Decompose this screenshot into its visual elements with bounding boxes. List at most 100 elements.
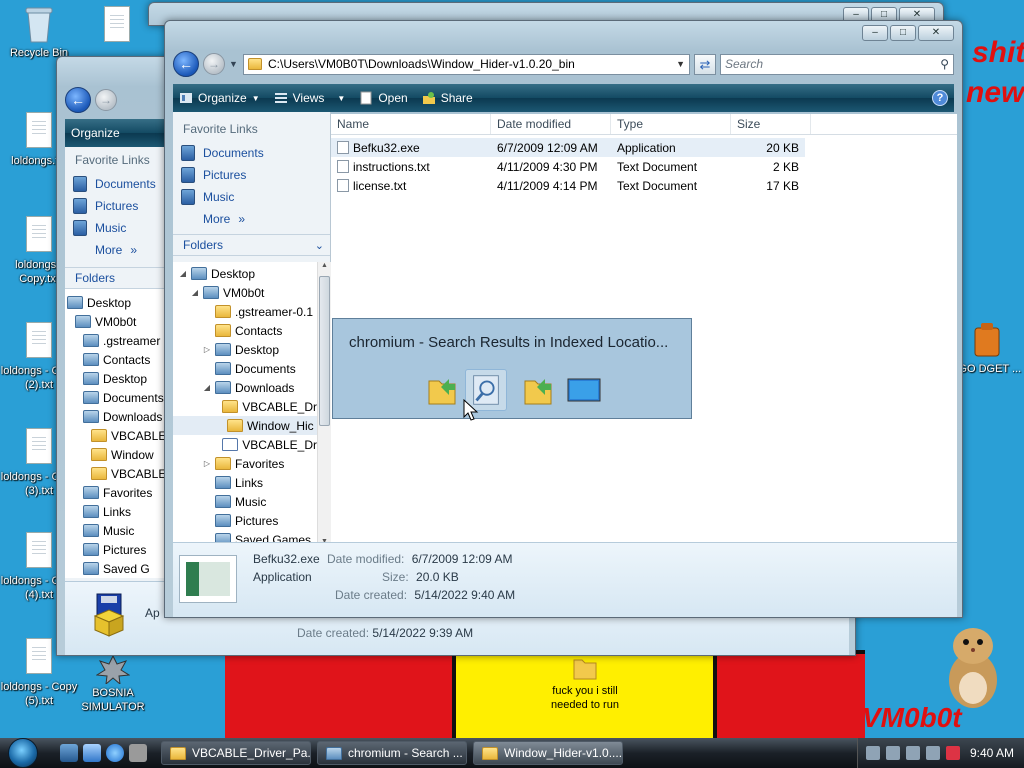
file-row[interactable]: license.txt 4/11/2009 4:14 PM Text Docum… xyxy=(331,176,805,195)
fav-music[interactable]: Music xyxy=(173,186,330,208)
back-fav-music[interactable]: Music xyxy=(65,217,164,239)
forward-icon[interactable]: → xyxy=(203,53,225,75)
back-icon[interactable]: ← xyxy=(173,51,199,77)
file-row[interactable]: Befku32.exe 6/7/2009 12:09 AM Applicatio… xyxy=(331,138,805,157)
desktop-icon[interactable] xyxy=(563,369,605,411)
back-tree-item[interactable]: Window xyxy=(65,445,164,464)
expanded-arrow-icon[interactable]: ◢ xyxy=(191,288,199,297)
address-bar[interactable]: C:\Users\VM0B0T\Downloads\Window_Hider-v… xyxy=(243,53,690,75)
back-organize-button[interactable]: Organize xyxy=(71,126,120,140)
back-icon[interactable]: ← xyxy=(65,87,91,113)
share-button[interactable]: Share xyxy=(422,91,473,105)
column-size[interactable]: Size xyxy=(731,114,811,134)
back-fav-documents[interactable]: Documents xyxy=(65,173,164,195)
more-link[interactable]: More » xyxy=(173,208,330,230)
tray-icon[interactable] xyxy=(905,746,920,760)
folder-icon xyxy=(215,343,231,356)
column-date-modified[interactable]: Date modified xyxy=(491,114,611,134)
tree-item[interactable]: Music xyxy=(173,492,317,511)
scroll-up-icon[interactable]: ▲ xyxy=(318,262,331,269)
organize-button[interactable]: Organize ▼ xyxy=(179,91,260,105)
folder-window-icon[interactable] xyxy=(421,369,463,411)
start-button[interactable] xyxy=(0,738,46,768)
tree-scrollbar[interactable]: ▲ ▼ xyxy=(317,262,331,545)
tray-icon[interactable] xyxy=(865,746,880,760)
search-box[interactable]: Search ⚲ xyxy=(720,53,954,75)
search-icon[interactable]: ⚲ xyxy=(940,57,949,71)
taskbar-button-vbcable[interactable]: VBCABLE_Driver_Pa... xyxy=(161,741,311,765)
back-tree-item[interactable]: Links xyxy=(65,502,164,521)
open-icon xyxy=(360,91,372,105)
recycle-bin-icon[interactable]: Recycle Bin xyxy=(0,4,78,60)
tree-item[interactable]: ◢ Desktop xyxy=(173,264,317,283)
bosnia-simulator-icon[interactable]: BOSNIA SIMULATOR xyxy=(74,654,152,714)
tree-item[interactable]: Links xyxy=(173,473,317,492)
folder-window-icon[interactable] xyxy=(517,369,559,411)
open-button[interactable]: Open xyxy=(359,91,408,105)
show-desktop-icon[interactable] xyxy=(60,744,78,762)
refresh-icon[interactable]: ⇄ xyxy=(694,53,716,75)
fav-documents[interactable]: Documents xyxy=(173,142,330,164)
tray-icon[interactable] xyxy=(925,746,940,760)
fav-pictures[interactable]: Pictures xyxy=(173,164,330,186)
back-tree-item[interactable]: VM0b0t xyxy=(65,312,164,331)
back-fav-pictures[interactable]: Pictures xyxy=(65,195,164,217)
tree-item[interactable]: ▷ Favorites xyxy=(173,454,317,473)
media-player-icon[interactable] xyxy=(129,744,147,762)
tree-item[interactable]: VBCABLE_Dr xyxy=(173,397,317,416)
column-name[interactable]: Name xyxy=(331,114,491,134)
window-switcher[interactable]: chromium - Search Results in Indexed Loc… xyxy=(332,318,692,421)
back-folders-header[interactable]: Folders xyxy=(65,267,164,289)
file-row[interactable]: instructions.txt 4/11/2009 4:30 PM Text … xyxy=(331,157,805,176)
tray-icon[interactable] xyxy=(885,746,900,760)
back-tree-item[interactable]: Contacts xyxy=(65,350,164,369)
address-dropdown-icon[interactable]: ▼ xyxy=(676,59,685,69)
back-tree-item[interactable]: Downloads xyxy=(65,407,164,426)
back-tree-item[interactable]: Saved G xyxy=(65,559,164,578)
back-tree-item[interactable]: Desktop xyxy=(65,293,164,312)
forward-icon[interactable]: → xyxy=(95,89,117,111)
collapse-icon[interactable]: ⌄ xyxy=(315,239,324,252)
help-icon[interactable]: ? xyxy=(932,90,948,106)
switch-windows-icon[interactable] xyxy=(83,744,101,762)
clock[interactable]: 9:40 AM xyxy=(970,746,1014,760)
back-tree-item[interactable]: VBCABLE xyxy=(65,426,166,445)
collapsed-arrow-icon[interactable]: ▷ xyxy=(203,345,211,354)
maximize-icon[interactable]: □ xyxy=(890,25,916,41)
views-button[interactable]: Views ▼ xyxy=(274,91,345,105)
tree-item[interactable]: Pictures xyxy=(173,511,317,530)
tree-scroll-thumb[interactable] xyxy=(319,276,330,426)
back-tree-item[interactable]: Pictures xyxy=(65,540,164,559)
back-tree-item[interactable]: Desktop xyxy=(65,369,164,388)
back-tree-item[interactable]: VBCABLE xyxy=(65,464,166,483)
folders-header[interactable]: Folders ⌄ xyxy=(173,234,330,256)
tree-item[interactable]: ◢ VM0b0t xyxy=(173,283,317,302)
tree-item[interactable]: Documents xyxy=(173,359,317,378)
back-more-link[interactable]: More » xyxy=(65,239,164,261)
tree-item[interactable]: ◢ Downloads xyxy=(173,378,317,397)
back-tree-item[interactable]: .gstreamer xyxy=(65,331,164,350)
minimize-icon[interactable]: – xyxy=(862,25,888,41)
recent-pages-chevron-icon[interactable]: ▼ xyxy=(229,59,239,69)
column-type[interactable]: Type xyxy=(611,114,731,134)
tree-item[interactable]: ▷ Desktop xyxy=(173,340,317,359)
tree-item-label: Desktop xyxy=(211,266,256,281)
close-icon[interactable]: ✕ xyxy=(918,25,954,41)
volume-icon[interactable] xyxy=(945,746,960,760)
tree-item[interactable]: VBCABLE_Dr xyxy=(173,435,317,454)
internet-explorer-icon[interactable] xyxy=(106,744,124,762)
collapsed-arrow-icon[interactable]: ▷ xyxy=(203,459,211,468)
taskbar-button-window-hider[interactable]: Window_Hider-v1.0.... xyxy=(473,741,623,765)
expanded-arrow-icon[interactable]: ◢ xyxy=(179,269,187,278)
tree-item-label: .gstreamer xyxy=(103,333,161,348)
back-tree-item[interactable]: Documents xyxy=(65,388,164,407)
tree-item[interactable]: Contacts xyxy=(173,321,317,340)
back-tree-item[interactable]: Music xyxy=(65,521,164,540)
back-tree-item[interactable]: Favorites xyxy=(65,483,164,502)
tree-item[interactable]: Window_Hic xyxy=(173,416,317,435)
folder-shortcut-icon[interactable]: fuck you i still needed to run xyxy=(540,654,630,712)
desktop-file-icon[interactable] xyxy=(78,6,156,48)
expanded-arrow-icon[interactable]: ◢ xyxy=(203,383,211,392)
tree-item[interactable]: .gstreamer-0.1 xyxy=(173,302,317,321)
taskbar-button-chromium-search[interactable]: chromium - Search ... xyxy=(317,741,467,765)
